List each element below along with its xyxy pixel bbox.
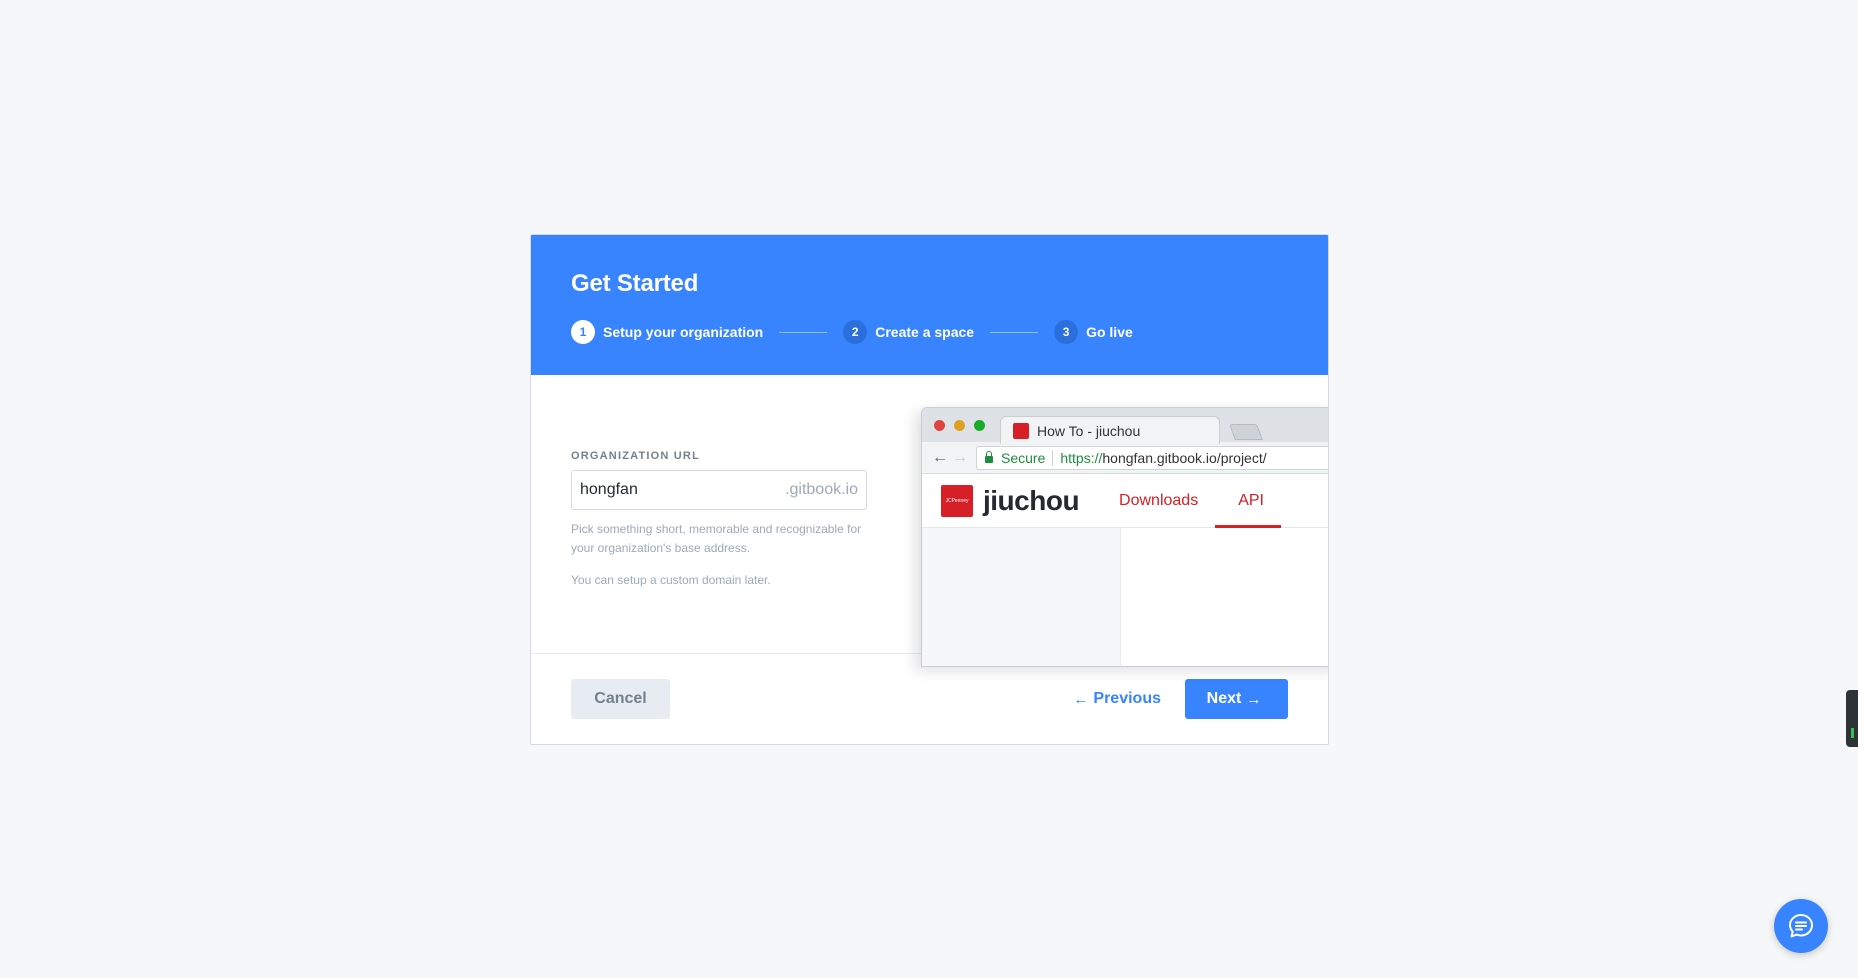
step-2-number: 2: [843, 320, 868, 344]
new-tab-icon: [1229, 424, 1263, 440]
step-3-label: Go live: [1086, 324, 1133, 340]
site-link-api: API: [1238, 491, 1264, 509]
dialog-header: Get Started 1 Setup your organization 2 …: [531, 235, 1328, 375]
dialog-title: Get Started: [571, 270, 699, 297]
active-link-underline: [1215, 525, 1281, 528]
favicon-icon: [1013, 422, 1029, 439]
forward-arrow-icon: →: [952, 448, 968, 466]
site-sidebar: [922, 528, 1121, 666]
browser-titlebar: How To - jiuchou: [922, 408, 1328, 444]
step-1-label: Setup your organization: [603, 324, 764, 340]
cancel-button[interactable]: Cancel: [571, 679, 670, 719]
window-minimize-dot-icon: [954, 420, 965, 431]
window-maximize-dot-icon: [974, 420, 985, 431]
previous-button[interactable]: ← Previous: [1056, 679, 1173, 719]
url-scheme: https://: [1060, 449, 1103, 466]
organization-url-label: ORGANIZATION URL: [571, 450, 700, 462]
site-link-downloads: Downloads: [1119, 491, 1199, 509]
back-arrow-icon: ←: [932, 448, 948, 466]
browser-tab: How To - jiuchou: [1000, 416, 1220, 444]
previous-label: Previous: [1093, 690, 1161, 707]
navigation-buttons: ← Previous Next →: [1056, 679, 1288, 719]
site-preview-browser: How To - jiuchou ← → Secure https:// hon…: [921, 407, 1328, 667]
arrow-left-icon: ←: [1073, 690, 1089, 708]
step-3-number: 3: [1054, 320, 1079, 344]
stepper: 1 Setup your organization 2 Create a spa…: [571, 320, 1288, 344]
get-started-dialog: Get Started 1 Setup your organization 2 …: [530, 234, 1329, 745]
dialog-footer: Cancel ← Previous Next →: [531, 654, 1328, 744]
next-button[interactable]: Next →: [1185, 679, 1288, 719]
step-1: 1 Setup your organization: [571, 320, 763, 344]
window-close-dot-icon: [934, 420, 945, 431]
arrow-right-icon: →: [1246, 690, 1262, 708]
chat-bubble-icon: [1789, 914, 1813, 938]
help-text: Pick something short, memorable and reco…: [571, 522, 862, 555]
step-1-number: 1: [571, 320, 595, 344]
organization-url-field[interactable]: .gitbook.io: [571, 470, 867, 510]
site-header: JCPenney jiuchou Downloads API: [922, 474, 1328, 528]
next-label: Next: [1206, 690, 1242, 707]
step-2-label: Create a space: [875, 324, 975, 340]
url-box: Secure https:// hongfan.gitbook.io/proje…: [976, 445, 1328, 470]
site-content: [922, 528, 1328, 666]
custom-domain-hint: You can setup a custom domain later.: [571, 573, 771, 587]
site-name: jiuchou: [983, 484, 1080, 516]
site-logo-text: JCPenney: [945, 497, 969, 504]
step-connector: [779, 331, 828, 333]
side-toolbar-handle[interactable]: [1846, 690, 1858, 747]
lock-icon: [985, 451, 993, 463]
step-2: 2 Create a space: [843, 320, 974, 344]
dialog-body: ORGANIZATION URL .gitbook.io Pick someth…: [531, 375, 1328, 667]
url-suffix: .gitbook.io: [785, 481, 858, 498]
url-divider: [1052, 449, 1054, 466]
browser-address-bar: ← → Secure https:// hongfan.gitbook.io/p…: [922, 442, 1328, 474]
browser-tab-title: How To - jiuchou: [1037, 422, 1141, 439]
chat-button[interactable]: [1774, 899, 1828, 953]
organization-url-form: ORGANIZATION URL .gitbook.io Pick someth…: [571, 450, 867, 587]
site-logo-icon: JCPenney: [941, 484, 973, 517]
secure-label: Secure: [1001, 449, 1046, 466]
organization-url-input[interactable]: [580, 481, 786, 499]
step-connector: [990, 331, 1039, 333]
url-path: hongfan.gitbook.io/project/: [1102, 449, 1267, 466]
step-3: 3 Go live: [1054, 320, 1133, 344]
